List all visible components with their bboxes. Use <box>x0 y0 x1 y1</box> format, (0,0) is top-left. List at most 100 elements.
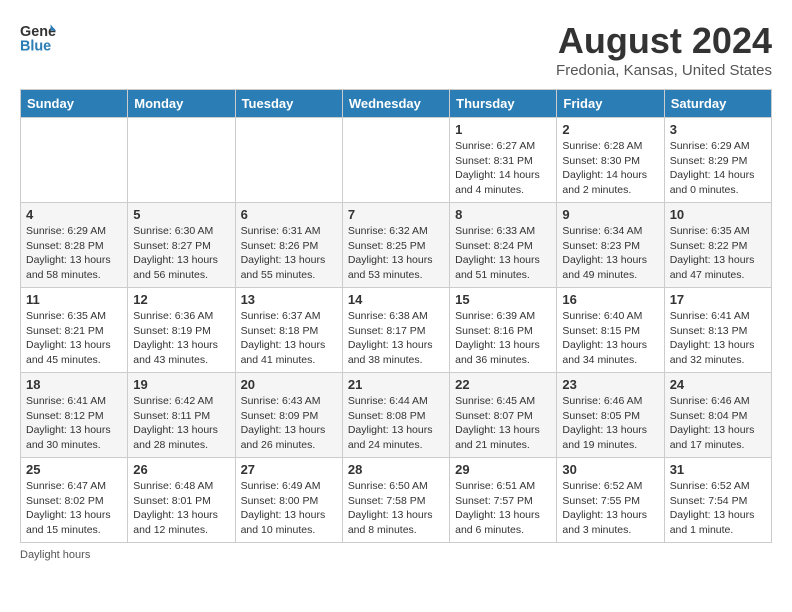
calendar-cell: 29 Sunrise: 6:51 AMSunset: 7:57 PMDayligh… <box>450 458 557 543</box>
calendar-cell: 9 Sunrise: 6:34 AMSunset: 8:23 PMDaylight… <box>557 203 664 288</box>
calendar-table: SundayMondayTuesdayWednesdayThursdayFrid… <box>20 89 772 543</box>
title-area: August 2024 Fredonia, Kansas, United Sta… <box>556 20 772 79</box>
day-info: Sunrise: 6:37 AMSunset: 8:18 PMDaylight:… <box>241 309 337 368</box>
month-title: August 2024 <box>556 20 772 62</box>
calendar-cell: 23Sunrise: 6:46 AMSunset: 8:05 PMDayligh… <box>557 373 664 458</box>
calendar-cell: 26 Sunrise: 6:48 AMSunset: 8:01 PMDayligh… <box>128 458 235 543</box>
day-info: Sunrise: 6:44 AMSunset: 8:08 PMDaylight:… <box>348 394 444 453</box>
header-cell-wednesday: Wednesday <box>342 90 449 118</box>
day-number: 4 <box>26 207 122 222</box>
calendar-cell: 31 Sunrise: 6:52 AMSunset: 7:54 PMDayligh… <box>664 458 771 543</box>
calendar-cell: 12 Sunrise: 6:36 AMSunset: 8:19 PMDayligh… <box>128 288 235 373</box>
day-number: 8 <box>455 207 551 222</box>
calendar-cell: 6 Sunrise: 6:31 AMSunset: 8:26 PMDaylight… <box>235 203 342 288</box>
header-cell-tuesday: Tuesday <box>235 90 342 118</box>
day-number: 15 <box>455 292 551 307</box>
day-number: 30 <box>562 462 658 477</box>
header-cell-thursday: Thursday <box>450 90 557 118</box>
calendar-cell: 22Sunrise: 6:45 AMSunset: 8:07 PMDayligh… <box>450 373 557 458</box>
logo-icon: General Blue <box>20 20 56 56</box>
day-number: 10 <box>670 207 766 222</box>
day-number: 20 <box>241 377 337 392</box>
day-info: Sunrise: 6:33 AMSunset: 8:24 PMDaylight:… <box>455 224 551 283</box>
calendar-cell: 5Sunrise: 6:30 AMSunset: 8:27 PMDaylight… <box>128 203 235 288</box>
day-info: Sunrise: 6:46 AMSunset: 8:04 PMDaylight:… <box>670 394 766 453</box>
week-row-4: 18 Sunrise: 6:41 AMSunset: 8:12 PMDayligh… <box>21 373 772 458</box>
day-number: 18 <box>26 377 122 392</box>
calendar-cell: 4 Sunrise: 6:29 AMSunset: 8:28 PMDaylight… <box>21 203 128 288</box>
day-number: 6 <box>241 207 337 222</box>
day-info: Sunrise: 6:28 AMSunset: 8:30 PMDaylight:… <box>562 139 658 198</box>
calendar-cell: 21Sunrise: 6:44 AMSunset: 8:08 PMDayligh… <box>342 373 449 458</box>
day-info: Sunrise: 6:36 AMSunset: 8:19 PMDaylight:… <box>133 309 229 368</box>
day-number: 23 <box>562 377 658 392</box>
day-number: 17 <box>670 292 766 307</box>
footer-note: Daylight hours <box>20 549 772 561</box>
day-info: Sunrise: 6:43 AMSunset: 8:09 PMDaylight:… <box>241 394 337 453</box>
day-number: 26 <box>133 462 229 477</box>
header: General Blue August 2024 Fredonia, Kansa… <box>20 20 772 79</box>
day-number: 14 <box>348 292 444 307</box>
calendar-cell: 13Sunrise: 6:37 AMSunset: 8:18 PMDayligh… <box>235 288 342 373</box>
day-info: Sunrise: 6:29 AMSunset: 8:28 PMDaylight:… <box>26 224 122 283</box>
day-info: Sunrise: 6:35 AMSunset: 8:22 PMDaylight:… <box>670 224 766 283</box>
day-info: Sunrise: 6:50 AMSunset: 7:58 PMDaylight:… <box>348 479 444 538</box>
day-number: 16 <box>562 292 658 307</box>
day-number: 1 <box>455 122 551 137</box>
header-cell-monday: Monday <box>128 90 235 118</box>
calendar-cell: 15 Sunrise: 6:39 AMSunset: 8:16 PMDayligh… <box>450 288 557 373</box>
day-info: Sunrise: 6:38 AMSunset: 8:17 PMDaylight:… <box>348 309 444 368</box>
calendar-cell: 14 Sunrise: 6:38 AMSunset: 8:17 PMDayligh… <box>342 288 449 373</box>
day-number: 28 <box>348 462 444 477</box>
calendar-cell: 17 Sunrise: 6:41 AMSunset: 8:13 PMDayligh… <box>664 288 771 373</box>
day-info: Sunrise: 6:52 AMSunset: 7:54 PMDaylight:… <box>670 479 766 538</box>
svg-text:Blue: Blue <box>20 39 51 55</box>
week-row-3: 11 Sunrise: 6:35 AMSunset: 8:21 PMDayligh… <box>21 288 772 373</box>
day-info: Sunrise: 6:40 AMSunset: 8:15 PMDaylight:… <box>562 309 658 368</box>
day-info: Sunrise: 6:41 AMSunset: 8:13 PMDaylight:… <box>670 309 766 368</box>
day-info: Sunrise: 6:31 AMSunset: 8:26 PMDaylight:… <box>241 224 337 283</box>
day-number: 31 <box>670 462 766 477</box>
day-info: Sunrise: 6:35 AMSunset: 8:21 PMDaylight:… <box>26 309 122 368</box>
day-info: Sunrise: 6:27 AMSunset: 8:31 PMDaylight:… <box>455 139 551 198</box>
calendar-cell: 11 Sunrise: 6:35 AMSunset: 8:21 PMDayligh… <box>21 288 128 373</box>
calendar-cell: 18 Sunrise: 6:41 AMSunset: 8:12 PMDayligh… <box>21 373 128 458</box>
calendar-cell: 28 Sunrise: 6:50 AMSunset: 7:58 PMDayligh… <box>342 458 449 543</box>
calendar-cell: 2 Sunrise: 6:28 AMSunset: 8:30 PMDaylight… <box>557 118 664 203</box>
day-info: Sunrise: 6:48 AMSunset: 8:01 PMDaylight:… <box>133 479 229 538</box>
calendar-cell: 3Sunrise: 6:29 AMSunset: 8:29 PMDaylight… <box>664 118 771 203</box>
calendar-cell: 7Sunrise: 6:32 AMSunset: 8:25 PMDaylight… <box>342 203 449 288</box>
day-number: 25 <box>26 462 122 477</box>
day-number: 11 <box>26 292 122 307</box>
location-title: Fredonia, Kansas, United States <box>556 62 772 79</box>
day-number: 5 <box>133 207 229 222</box>
day-info: Sunrise: 6:29 AMSunset: 8:29 PMDaylight:… <box>670 139 766 198</box>
day-number: 24 <box>670 377 766 392</box>
day-info: Sunrise: 6:51 AMSunset: 7:57 PMDaylight:… <box>455 479 551 538</box>
calendar-cell: 24 Sunrise: 6:46 AMSunset: 8:04 PMDayligh… <box>664 373 771 458</box>
day-number: 12 <box>133 292 229 307</box>
day-info: Sunrise: 6:41 AMSunset: 8:12 PMDaylight:… <box>26 394 122 453</box>
calendar-cell: 10 Sunrise: 6:35 AMSunset: 8:22 PMDayligh… <box>664 203 771 288</box>
calendar-cell <box>128 118 235 203</box>
day-number: 2 <box>562 122 658 137</box>
day-info: Sunrise: 6:39 AMSunset: 8:16 PMDaylight:… <box>455 309 551 368</box>
day-info: Sunrise: 6:49 AMSunset: 8:00 PMDaylight:… <box>241 479 337 538</box>
day-number: 29 <box>455 462 551 477</box>
calendar-cell: 20 Sunrise: 6:43 AMSunset: 8:09 PMDayligh… <box>235 373 342 458</box>
calendar-cell <box>235 118 342 203</box>
week-row-1: 1 Sunrise: 6:27 AMSunset: 8:31 PMDaylight… <box>21 118 772 203</box>
week-row-2: 4 Sunrise: 6:29 AMSunset: 8:28 PMDaylight… <box>21 203 772 288</box>
day-info: Sunrise: 6:34 AMSunset: 8:23 PMDaylight:… <box>562 224 658 283</box>
week-row-5: 25Sunrise: 6:47 AMSunset: 8:02 PMDayligh… <box>21 458 772 543</box>
day-info: Sunrise: 6:52 AMSunset: 7:55 PMDaylight:… <box>562 479 658 538</box>
header-cell-friday: Friday <box>557 90 664 118</box>
day-number: 22 <box>455 377 551 392</box>
day-number: 9 <box>562 207 658 222</box>
day-info: Sunrise: 6:42 AMSunset: 8:11 PMDaylight:… <box>133 394 229 453</box>
calendar-cell: 19Sunrise: 6:42 AMSunset: 8:11 PMDayligh… <box>128 373 235 458</box>
header-cell-saturday: Saturday <box>664 90 771 118</box>
day-info: Sunrise: 6:32 AMSunset: 8:25 PMDaylight:… <box>348 224 444 283</box>
header-row: SundayMondayTuesdayWednesdayThursdayFrid… <box>21 90 772 118</box>
logo: General Blue <box>20 20 56 56</box>
